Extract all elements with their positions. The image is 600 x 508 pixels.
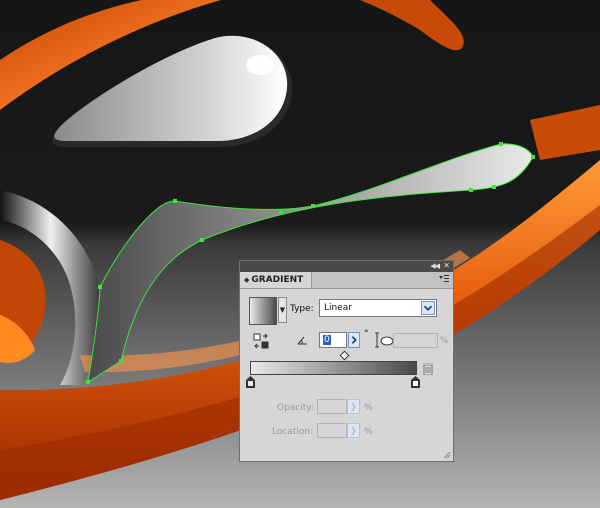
location-stepper-button: ❯	[347, 423, 360, 438]
close-icon[interactable]: ✕	[443, 261, 450, 271]
angle-stepper-button[interactable]	[348, 332, 360, 348]
panel-title: GRADIENT	[251, 275, 304, 285]
reverse-gradient-icon[interactable]	[253, 333, 269, 349]
location-label: Location:	[272, 427, 314, 437]
opacity-label: Opacity:	[277, 403, 314, 413]
location-input	[317, 423, 347, 438]
gradient-stop-right[interactable]	[411, 376, 420, 388]
chevron-down-icon[interactable]	[421, 301, 435, 315]
tab-gradient[interactable]: ◆ GRADIENT	[240, 272, 313, 288]
aspect-ratio-unit: %	[440, 336, 449, 346]
opacity-stepper-button: ❯	[347, 399, 360, 414]
type-select-value: Linear	[324, 303, 352, 313]
opacity-input	[317, 399, 347, 414]
panel-menu-icon[interactable]	[439, 275, 449, 284]
degree-symbol: °	[364, 329, 369, 339]
double-chevron-icon[interactable]: ◀◀	[430, 262, 440, 271]
gradient-stop-left[interactable]	[246, 376, 255, 388]
swatch-dropdown-button[interactable]: ▼	[278, 297, 287, 323]
type-label: Type:	[290, 304, 314, 314]
trash-icon[interactable]	[423, 362, 433, 375]
resize-grip-icon[interactable]	[443, 451, 451, 459]
angle-input-value: 0	[323, 335, 331, 345]
panel-tabbar: ◆ GRADIENT	[240, 272, 453, 289]
gradient-panel: ◀◀ ✕ ◆ GRADIENT ▼ Type: Linear 0 ° % Opa…	[239, 260, 454, 462]
angle-input[interactable]: 0	[319, 332, 347, 348]
location-unit: %	[364, 427, 373, 437]
aspect-ratio-input	[393, 333, 438, 348]
aspect-ratio-icon	[375, 332, 394, 348]
tab-toggle-icon[interactable]: ◆	[244, 276, 249, 284]
gradient-swatch[interactable]	[249, 297, 277, 325]
angle-icon	[297, 336, 307, 345]
opacity-unit: %	[364, 403, 373, 413]
type-select[interactable]: Linear	[319, 299, 437, 317]
gradient-midpoint-slider[interactable]	[339, 350, 350, 361]
gradient-ramp[interactable]	[250, 361, 417, 375]
panel-titlebar[interactable]: ◀◀ ✕	[240, 261, 453, 272]
